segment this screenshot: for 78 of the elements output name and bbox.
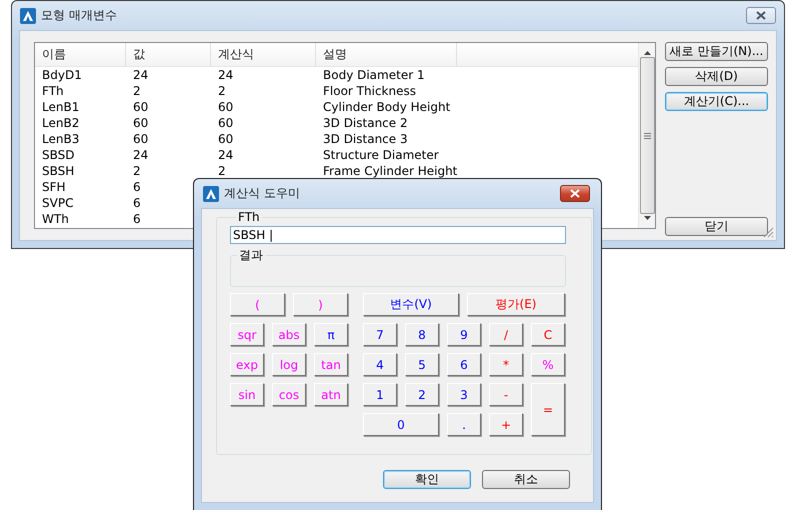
table-cell-text: SFH	[41, 179, 67, 195]
calculator-key[interactable]: -	[489, 383, 523, 406]
table-cell-text: BdyD1	[41, 67, 83, 83]
scrollbar[interactable]	[638, 43, 655, 228]
column-header[interactable]: 계산식	[211, 43, 316, 66]
calculator-key[interactable]: 평가(E)	[467, 293, 565, 316]
table-cell-text: SVPC	[41, 195, 74, 211]
calculator-key[interactable]: *	[489, 353, 523, 376]
table-cell-text: LenB2	[41, 115, 80, 131]
table-cell-text: SBSH	[41, 163, 76, 179]
table-cell-text: Frame Cylinder Height	[322, 163, 458, 179]
table-cell-text: 24	[132, 147, 150, 163]
table-cell-text: WTh	[41, 211, 70, 227]
calculator-key[interactable]: 1	[363, 383, 397, 406]
app-logo-icon	[203, 186, 219, 202]
table-cell-text: FTh	[41, 83, 65, 99]
calculator-key[interactable]: 4	[363, 353, 397, 376]
table-cell-text: 24	[217, 147, 234, 163]
table-cell-text: 6	[132, 179, 142, 195]
window-title: 모형 매개변수	[41, 7, 117, 24]
table-cell-text: 24	[217, 67, 234, 83]
table-cell-text: 6	[132, 195, 142, 211]
app-logo-icon	[20, 8, 36, 24]
calculator-key[interactable]: π	[314, 323, 348, 346]
table-cell-text: 2	[132, 83, 142, 99]
calculator-key[interactable]: +	[489, 413, 523, 436]
table-cell-text: Floor Thickness	[322, 83, 417, 99]
calculator-key[interactable]: 3	[447, 383, 481, 406]
calculator-key[interactable]: 0	[363, 413, 439, 436]
calculator-key[interactable]: 2	[405, 383, 439, 406]
calculator-key[interactable]: .	[447, 413, 481, 436]
table-cell-text: 60	[217, 131, 234, 147]
calculator-key[interactable]: 변수(V)	[363, 293, 459, 316]
calculator-key[interactable]: 8	[405, 323, 439, 346]
table-cell-text: 60	[132, 131, 150, 147]
close-button[interactable]: 닫기	[665, 217, 768, 236]
calculator-key[interactable]: C	[531, 323, 565, 346]
dialog-button[interactable]: 삭제(D)	[665, 67, 768, 86]
table-cell-text: 3D Distance 2	[322, 115, 409, 131]
calculator-key[interactable]: 7	[363, 323, 397, 346]
dialog-button[interactable]: 확인	[383, 470, 471, 489]
dialog-button[interactable]: 계산기(C)...	[665, 92, 768, 111]
calculator-key[interactable]: /	[489, 323, 523, 346]
group-label: FTh	[237, 210, 261, 224]
dialog-title: 계산식 도우미	[224, 185, 300, 202]
column-header[interactable]: 설명	[316, 43, 457, 66]
dialog-button[interactable]: 새로 만들기(N)...	[665, 42, 768, 61]
scroll-down-icon[interactable]	[644, 216, 650, 220]
table-cell-text: 2	[217, 83, 227, 99]
group-label: 결과	[238, 247, 264, 264]
table-cell-text: Cylinder Body Height	[322, 99, 452, 115]
resize-grip-icon[interactable]	[763, 227, 774, 238]
column-header[interactable]: 이름	[35, 43, 126, 66]
table-cell-text: 60	[132, 99, 150, 115]
table-cell-text: 24	[132, 67, 150, 83]
table-cell-text: 2	[132, 163, 142, 179]
table-cell-text: LenB3	[41, 131, 80, 147]
calculator-key[interactable]: 6	[447, 353, 481, 376]
expression-field[interactable]: SBSH |	[230, 226, 566, 244]
calculator-key[interactable]: =	[531, 383, 565, 436]
table-cell-text: 60	[217, 99, 234, 115]
table-cell-text: Body Diameter 1	[322, 67, 426, 83]
grip-icon	[644, 132, 650, 138]
table-cell-text: SBSD	[41, 147, 76, 163]
table-cell-text: 60	[132, 115, 150, 131]
table-cell-text: 6	[132, 211, 142, 227]
table-cell-text: 60	[217, 115, 234, 131]
calculator-key[interactable]: 9	[447, 323, 481, 346]
column-header[interactable]: 값	[126, 43, 211, 66]
scroll-up-icon[interactable]	[644, 51, 650, 55]
calculator-key[interactable]: 5	[405, 353, 439, 376]
table-cell-text: 2	[217, 163, 227, 179]
close-icon[interactable]	[746, 7, 776, 24]
table-cell-text: LenB1	[41, 99, 80, 115]
table-cell-text: 3D Distance 3	[322, 131, 409, 147]
table-cell-text: Structure Diameter	[322, 147, 440, 163]
dialog-button[interactable]: 취소	[482, 470, 570, 489]
close-icon[interactable]	[560, 185, 590, 202]
